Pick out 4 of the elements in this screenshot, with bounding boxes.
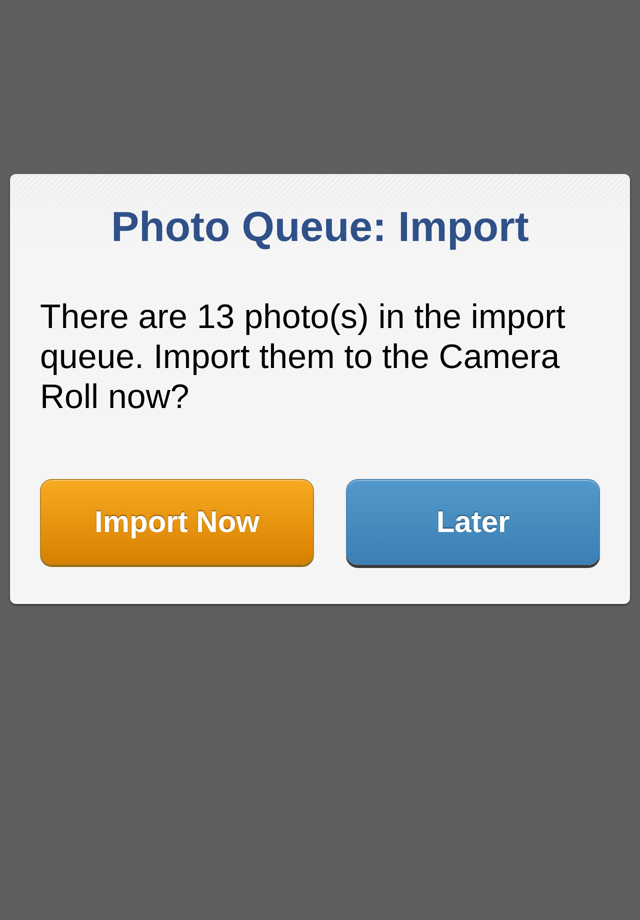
import-now-button[interactable]: Import Now xyxy=(40,479,314,565)
dialog-title: Photo Queue: Import xyxy=(110,203,530,251)
dialog-message: There are 13 photo(s) in the import queue. Import them to the Camera Roll now? xyxy=(40,297,566,417)
later-button[interactable]: Later xyxy=(346,479,600,565)
